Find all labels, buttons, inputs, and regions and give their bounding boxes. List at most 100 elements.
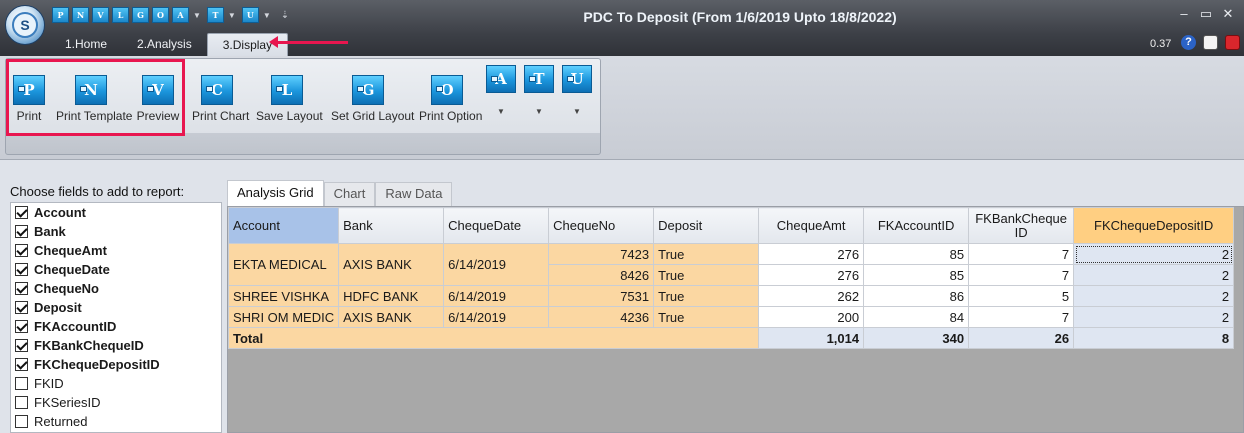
- field-checkbox[interactable]: [15, 263, 28, 276]
- chevron-down-icon[interactable]: ▼: [263, 11, 271, 20]
- table-row[interactable]: SHRI OM MEDIC AXIS BANK 6/14/2019 4236 True 2…: [227, 306, 1235, 328]
- cell-bank-cheque-id[interactable]: 5: [968, 285, 1075, 307]
- total-bank-cheque-id[interactable]: 26: [968, 327, 1075, 349]
- cell-bank[interactable]: AXIS BANK: [338, 243, 445, 286]
- app-menu-button[interactable]: S: [5, 5, 45, 45]
- cell-bank-cheque-id[interactable]: 7: [968, 243, 1075, 265]
- field-list[interactable]: Account Bank ChequeAmt ChequeDate ChequeNo De…: [10, 202, 222, 433]
- cell-date[interactable]: 6/14/2019: [443, 285, 550, 307]
- cell-deposit-id[interactable]: 2: [1073, 285, 1235, 307]
- tab-analysis-grid[interactable]: Analysis Grid: [227, 180, 324, 206]
- cell-cheque-no[interactable]: 4236: [548, 306, 655, 328]
- quick-access-o-button[interactable]: O: [152, 7, 169, 23]
- cell-deposit[interactable]: True: [653, 306, 760, 328]
- total-account-id[interactable]: 340: [863, 327, 970, 349]
- pivot-grid[interactable]: Account Bank ChequeDate ChequeNo Deposit Cheq…: [227, 207, 1235, 349]
- field-checkbox[interactable]: [15, 244, 28, 257]
- field-checkbox[interactable]: [15, 358, 28, 371]
- print-option-button[interactable]: O Print Option: [419, 75, 482, 123]
- maximize-button[interactable]: ▭: [1196, 6, 1216, 22]
- field-item[interactable]: FKAccountID: [11, 317, 221, 336]
- quick-access-l-button[interactable]: L: [112, 7, 129, 23]
- save-layout-button[interactable]: L Save Layout: [256, 75, 323, 123]
- field-item[interactable]: ChequeDate: [11, 260, 221, 279]
- notes-icon[interactable]: [1203, 35, 1218, 50]
- quick-access-n-button[interactable]: N: [72, 7, 89, 23]
- cell-bank-cheque-id[interactable]: 7: [968, 306, 1075, 328]
- cell-account[interactable]: SHRI OM MEDIC: [227, 306, 340, 328]
- tab-1-home[interactable]: 1.Home: [50, 33, 122, 56]
- cell-cheque-amt[interactable]: 276: [758, 243, 865, 265]
- tab-2-analysis[interactable]: 2.Analysis: [122, 33, 207, 56]
- field-checkbox[interactable]: [15, 282, 28, 295]
- pdf-icon[interactable]: [1225, 35, 1240, 50]
- quick-access-a-button[interactable]: A: [172, 7, 189, 23]
- field-item[interactable]: ChequeAmt: [11, 241, 221, 260]
- total-row[interactable]: Total 1,014 340 26 8: [227, 327, 1235, 349]
- chevron-down-icon[interactable]: ▼: [228, 11, 236, 20]
- cell-deposit-id[interactable]: 2: [1073, 306, 1235, 328]
- cell-account[interactable]: SHREE VISHKA: [227, 285, 340, 307]
- column-header[interactable]: Account: [227, 207, 340, 244]
- cell-date[interactable]: 6/14/2019: [443, 306, 550, 328]
- a-menu-button[interactable]: A ▼: [484, 65, 518, 116]
- cell-deposit-id[interactable]: 2: [1073, 264, 1235, 286]
- tab-raw-data[interactable]: Raw Data: [375, 182, 453, 206]
- quick-access-g-button[interactable]: G: [132, 7, 149, 23]
- column-header[interactable]: ChequeAmt: [758, 207, 865, 244]
- u-menu-button[interactable]: U ▼: [560, 65, 594, 116]
- quick-access-v-button[interactable]: V: [92, 7, 109, 23]
- chevron-down-icon[interactable]: ▼: [193, 11, 201, 20]
- cell-cheque-no[interactable]: 7423: [548, 243, 655, 265]
- cell-date[interactable]: 6/14/2019: [443, 243, 550, 286]
- cell-bank[interactable]: HDFC BANK: [338, 285, 445, 307]
- print-chart-button[interactable]: C Print Chart: [192, 75, 249, 123]
- cell-cheque-amt[interactable]: 200: [758, 306, 865, 328]
- column-header[interactable]: FKAccountID: [863, 207, 970, 244]
- quick-access-u-button[interactable]: U: [241, 7, 259, 23]
- column-header[interactable]: ChequeDate: [443, 207, 550, 244]
- cell-account-id[interactable]: 86: [863, 285, 970, 307]
- column-header[interactable]: FKBankCheque ID: [968, 207, 1075, 244]
- field-item[interactable]: FKID: [11, 374, 221, 393]
- cell-deposit[interactable]: True: [653, 264, 760, 286]
- cell-cheque-amt[interactable]: 262: [758, 285, 865, 307]
- cell-deposit[interactable]: True: [653, 285, 760, 307]
- field-checkbox[interactable]: [15, 225, 28, 238]
- field-item[interactable]: Deposit: [11, 298, 221, 317]
- minimize-button[interactable]: –: [1174, 6, 1194, 21]
- quick-access-t-button[interactable]: T: [206, 7, 224, 23]
- quick-access-p-button[interactable]: P: [52, 7, 69, 23]
- total-amt[interactable]: 1,014: [758, 327, 865, 349]
- field-item[interactable]: FKSeriesID: [11, 393, 221, 412]
- field-item[interactable]: Returned: [11, 412, 221, 431]
- cell-bank-cheque-id[interactable]: 7: [968, 264, 1075, 286]
- field-item[interactable]: FKBankChequeID: [11, 336, 221, 355]
- column-header[interactable]: Bank: [338, 207, 445, 244]
- cell-deposit-id[interactable]: 2: [1073, 243, 1235, 265]
- cell-account-id[interactable]: 84: [863, 306, 970, 328]
- field-checkbox[interactable]: [15, 301, 28, 314]
- help-icon[interactable]: ?: [1181, 35, 1196, 50]
- cell-account-id[interactable]: 85: [863, 264, 970, 286]
- cell-account[interactable]: EKTA MEDICAL: [227, 243, 340, 286]
- field-checkbox[interactable]: [15, 396, 28, 409]
- total-deposit-id[interactable]: 8: [1073, 327, 1235, 349]
- field-item[interactable]: ChequeNo: [11, 279, 221, 298]
- field-checkbox[interactable]: [15, 377, 28, 390]
- table-row[interactable]: SHREE VISHKA HDFC BANK 6/14/2019 7531 True 26…: [227, 285, 1235, 307]
- field-checkbox[interactable]: [15, 206, 28, 219]
- field-item[interactable]: FKChequeDepositID: [11, 355, 221, 374]
- field-checkbox[interactable]: [15, 339, 28, 352]
- t-menu-button[interactable]: T ▼: [522, 65, 556, 116]
- cell-deposit[interactable]: True: [653, 243, 760, 265]
- field-checkbox[interactable]: [15, 415, 28, 428]
- column-header[interactable]: ChequeNo: [548, 207, 655, 244]
- cell-cheque-no[interactable]: 8426: [548, 264, 655, 286]
- customize-toolbar-icon[interactable]: ⇣: [281, 10, 289, 21]
- field-item[interactable]: Bank: [11, 222, 221, 241]
- table-row[interactable]: EKTA MEDICAL AXIS BANK 6/14/2019 7423 True 27…: [227, 243, 1235, 286]
- tab-chart[interactable]: Chart: [323, 182, 376, 206]
- field-item[interactable]: Account: [11, 203, 221, 222]
- cell-cheque-amt[interactable]: 276: [758, 264, 865, 286]
